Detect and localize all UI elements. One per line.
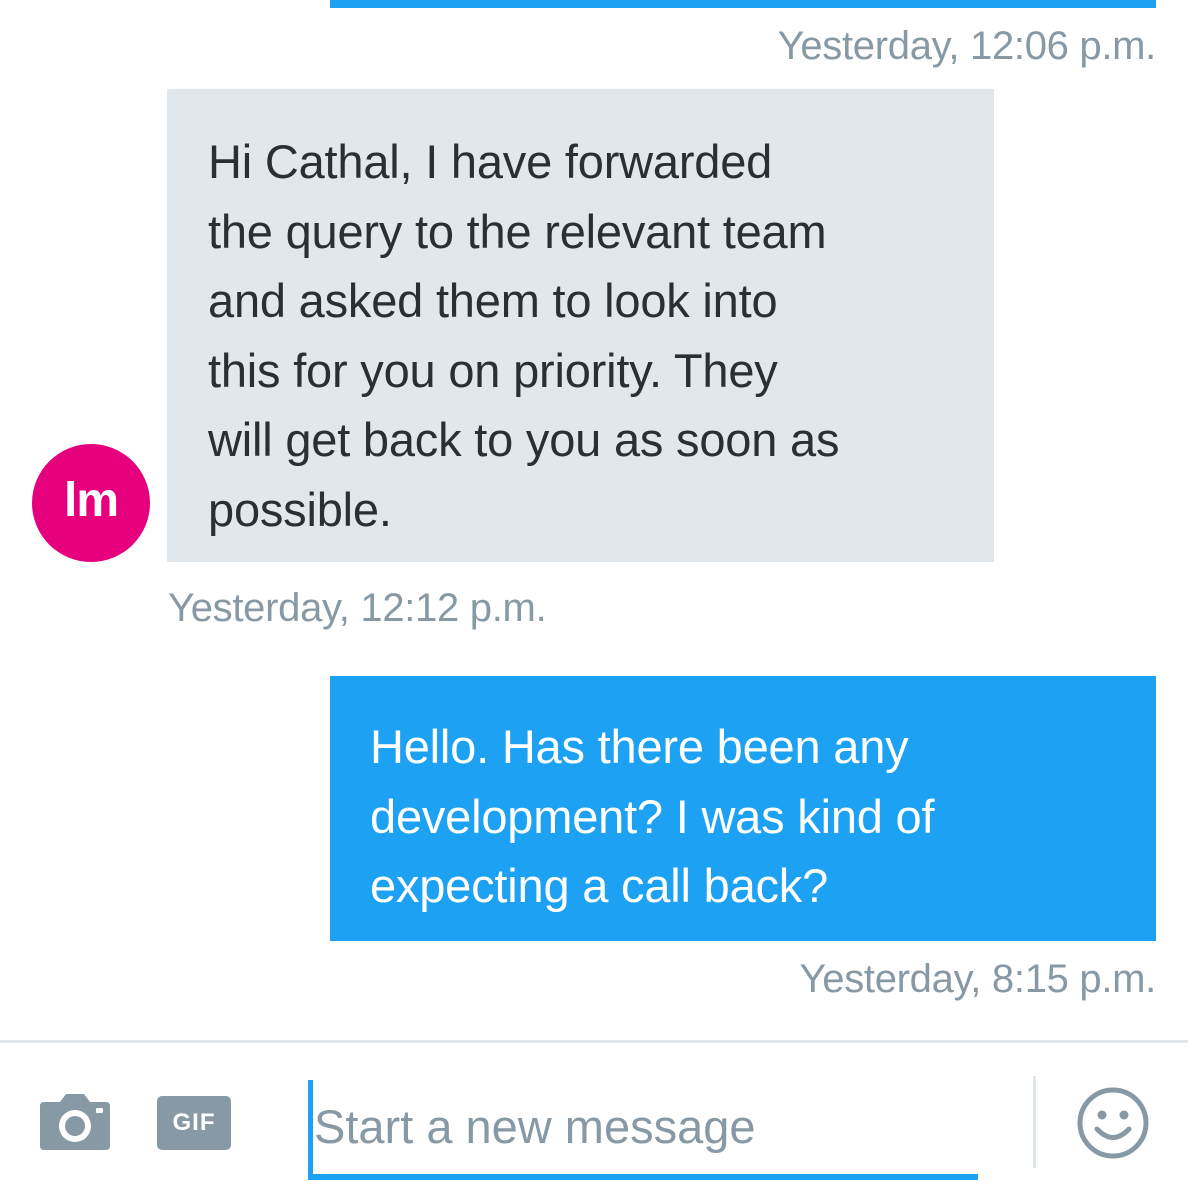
gif-button[interactable]: GIF xyxy=(157,1096,231,1150)
message-line: this for you on priority. They xyxy=(208,343,778,397)
message-timestamp: Yesterday, 12:12 p.m. xyxy=(168,586,547,630)
message-timestamp: Yesterday, 12:06 p.m. xyxy=(777,24,1157,68)
message-line: expecting a call back? xyxy=(370,859,829,912)
message-line: will get back to you as soon as xyxy=(208,413,840,466)
message-timestamp: Yesterday, 8:15 p.m. xyxy=(799,957,1157,1001)
camera-button[interactable] xyxy=(38,1092,112,1152)
input-underline xyxy=(308,1174,978,1180)
message-line: Hi Cathal, I have forwarded xyxy=(208,135,773,188)
incoming-message-text: Hi Cathal, I have forwarded the query to… xyxy=(208,127,954,544)
outgoing-message-bubble[interactable]: Hello. Has there been any development? I… xyxy=(330,676,1156,941)
message-composer[interactable] xyxy=(308,1078,978,1180)
message-line: possible. xyxy=(208,482,392,536)
previous-outgoing-bubble[interactable] xyxy=(330,0,1156,8)
dm-conversation-screen: Yesterday, 12:06 p.m. Hi Cathal, I have … xyxy=(0,0,1188,1200)
sender-avatar[interactable]: lm xyxy=(32,444,150,562)
camera-icon xyxy=(40,1094,110,1150)
outgoing-message-text: Hello. Has there been any development? I… xyxy=(370,712,1116,921)
emoji-button[interactable] xyxy=(1076,1086,1150,1160)
new-message-input[interactable] xyxy=(314,1086,974,1166)
composer-divider xyxy=(0,1040,1188,1043)
composer-vertical-divider xyxy=(1033,1076,1036,1168)
smiley-icon xyxy=(1077,1087,1149,1159)
text-cursor xyxy=(308,1080,313,1176)
gif-label: GIF xyxy=(172,1109,216,1136)
avatar-initials: lm xyxy=(63,473,119,527)
message-line: the query to the relevant team xyxy=(208,204,827,258)
message-line: development? I was kind of xyxy=(370,789,935,843)
message-line: and asked them to look into xyxy=(208,274,778,327)
incoming-message-bubble[interactable]: Hi Cathal, I have forwarded the query to… xyxy=(167,89,994,562)
message-line: Hello. Has there been any xyxy=(370,720,909,773)
